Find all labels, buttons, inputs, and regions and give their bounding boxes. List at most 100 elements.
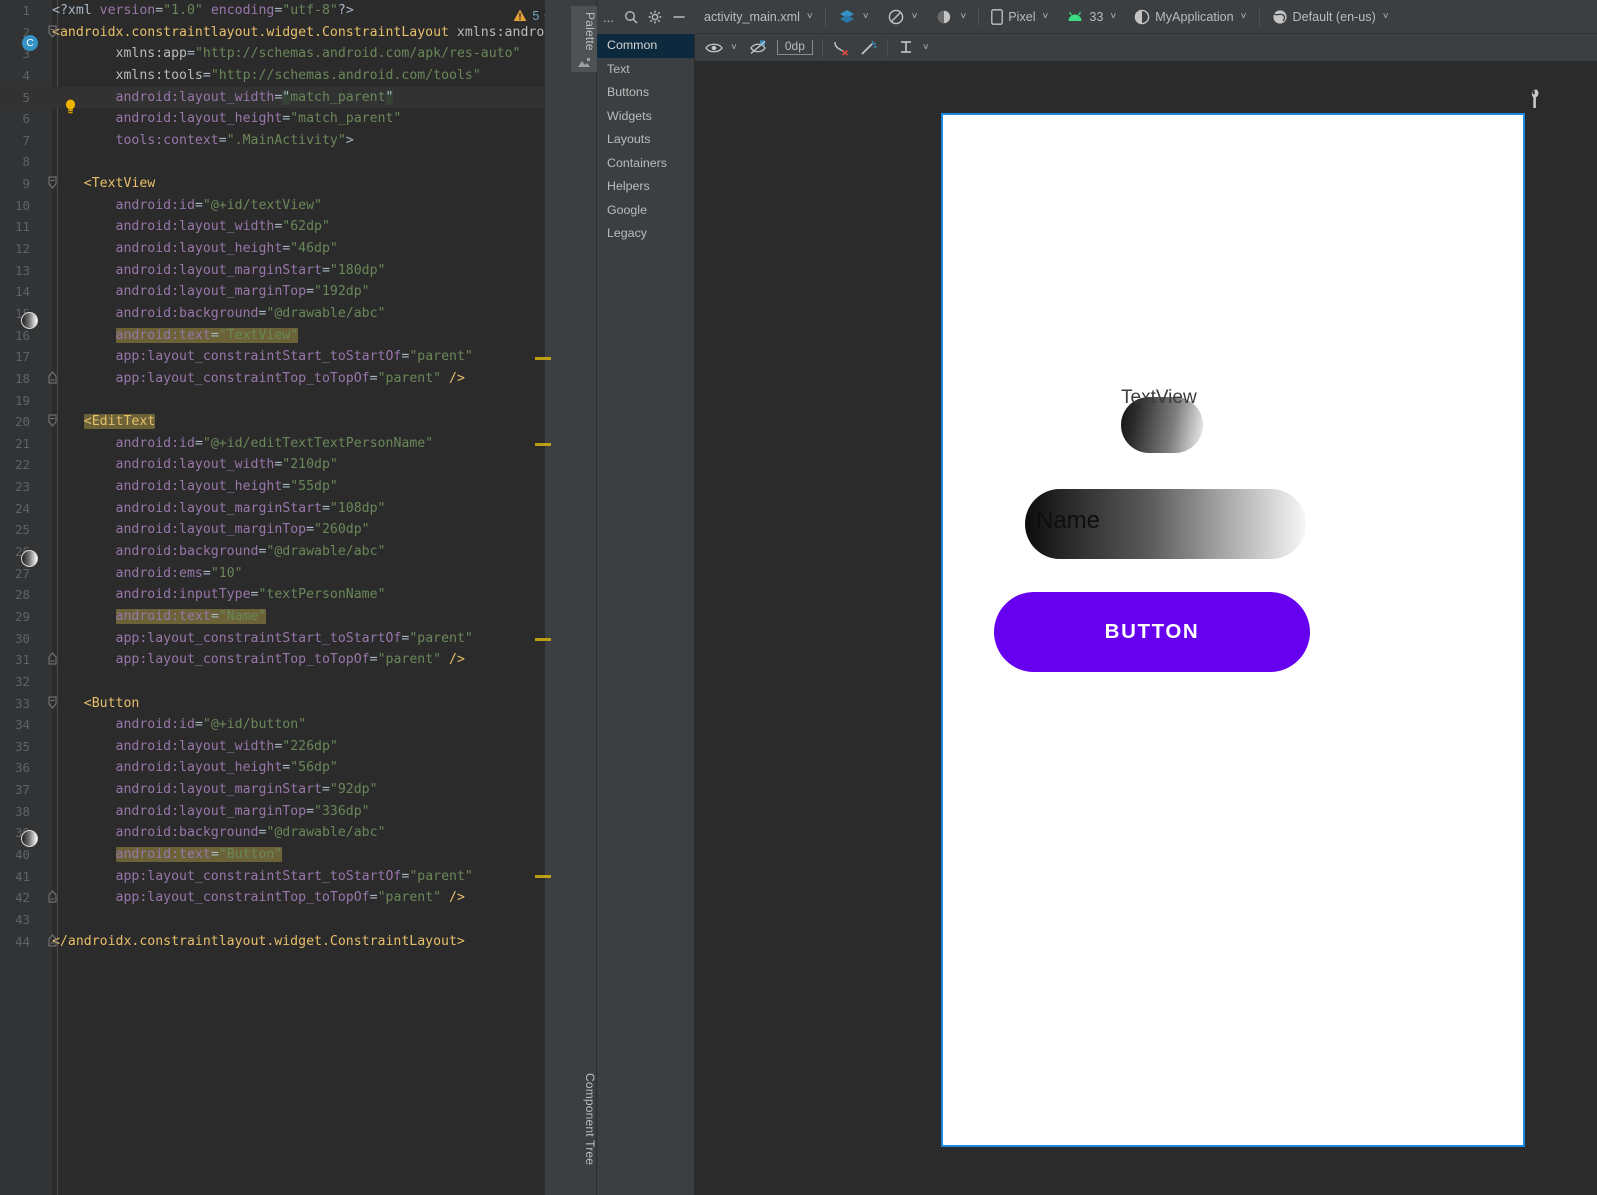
code-line[interactable]: 2 <androidx.constraintlayout.widget.Const…	[0, 22, 569, 44]
search-icon[interactable]	[624, 10, 638, 24]
palette-item-widgets[interactable]: Widgets	[597, 105, 695, 129]
code-line[interactable]: 25 android:layout_marginTop="260dp"	[0, 519, 545, 541]
code-lines-container[interactable]: 1 <?xml version="1.0" encoding="utf-8"?> 2…	[0, 0, 569, 1195]
code-line[interactable]: 8	[0, 151, 545, 173]
palette-item-buttons[interactable]: Buttons	[597, 81, 695, 105]
tool-tab-component-tree[interactable]: Component Tree	[571, 1067, 597, 1187]
code-line[interactable]: 37 android:layout_marginStart="92dp"	[0, 779, 545, 801]
fold-end-icon[interactable]	[48, 890, 57, 904]
fold-end-icon[interactable]	[48, 933, 57, 948]
code-line[interactable]: 19	[0, 390, 545, 412]
code-line[interactable]: 20 <EditText	[0, 411, 545, 433]
theme-selector[interactable]: MyApplication ˅	[1125, 4, 1255, 30]
device-preview-frame[interactable]: TextView Name BUTTON	[941, 113, 1525, 1147]
code-line[interactable]: 36 android:layout_height="56dp"	[0, 757, 545, 779]
design-canvas[interactable]: TextView Name BUTTON	[695, 62, 1597, 1195]
palette-item-text[interactable]: Text	[597, 58, 695, 82]
fold-collapse-icon[interactable]	[48, 414, 57, 428]
code-line[interactable]: 42 app:layout_constraintTop_toTopOf="par…	[0, 887, 545, 909]
code-line[interactable]: 17 app:layout_constraintStart_toStartOf=…	[0, 346, 545, 368]
code-line[interactable]: 16 android:text="TextView"	[0, 325, 545, 347]
palette-item-containers[interactable]: Containers	[597, 152, 695, 176]
chevron-down-icon[interactable]: ˅	[731, 42, 737, 53]
warning-marker[interactable]	[535, 875, 551, 878]
palette-item-google[interactable]: Google	[597, 199, 695, 223]
code-line[interactable]: 34 android:id="@+id/button"	[0, 714, 545, 736]
code-line[interactable]: 6 android:layout_height="match_parent"	[0, 108, 545, 130]
code-line[interactable]: 43	[0, 909, 545, 931]
code-line[interactable]: 4 xmlns:tools="http://schemas.android.co…	[0, 65, 545, 87]
file-selector[interactable]: activity_main.xml ˅	[695, 4, 822, 30]
code-line[interactable]: 11 android:layout_width="62dp"	[0, 216, 545, 238]
code-line[interactable]: 24 android:layout_marginStart="108dp"	[0, 498, 545, 520]
code-line[interactable]: 22 android:layout_width="210dp"	[0, 454, 545, 476]
code-line[interactable]: 21 android:id="@+id/editTextTextPersonNa…	[0, 433, 545, 455]
palette-item-legacy[interactable]: Legacy	[597, 222, 695, 246]
code-line[interactable]: 40 android:text="Button"	[0, 844, 545, 866]
code-line[interactable]: 3 xmlns:app="http://schemas.android.com/…	[0, 43, 545, 65]
xml-code-editor[interactable]: 1 <?xml version="1.0" encoding="utf-8"?> 2…	[0, 0, 571, 1195]
fold-end-icon[interactable]	[48, 371, 57, 385]
palette-item-helpers[interactable]: Helpers	[597, 175, 695, 199]
code-line[interactable]: 15 android:background="@drawable/abc"	[0, 303, 545, 325]
code-line[interactable]: 12 android:layout_height="46dp"	[0, 238, 545, 260]
fold-collapse-icon[interactable]	[48, 25, 57, 39]
minimize-icon[interactable]	[672, 10, 686, 24]
night-mode-button[interactable]: ˅	[926, 4, 975, 30]
code-line[interactable]: 29 android:text="Name"	[0, 606, 545, 628]
chevron-down-icon[interactable]: ˅	[923, 42, 929, 53]
fold-collapse-icon[interactable]	[48, 176, 57, 190]
code-line[interactable]: 13 android:layout_marginStart="180dp"	[0, 260, 545, 282]
code-line[interactable]: 44 </androidx.constraintlayout.widget.Con…	[0, 931, 545, 953]
editor-marker-gutter[interactable]	[535, 0, 571, 1195]
palette-more-label[interactable]: ...	[603, 10, 614, 25]
code-line[interactable]: 39 android:background="@drawable/abc"	[0, 822, 545, 844]
warning-marker[interactable]	[535, 357, 551, 360]
eye-icon[interactable]	[701, 37, 727, 59]
palette-item-common[interactable]: Common	[597, 34, 695, 58]
code-line[interactable]: 38 android:layout_marginTop="336dp"	[0, 801, 545, 823]
code-line[interactable]: 27 android:ems="10"	[0, 563, 545, 585]
locale-selector[interactable]: Default (en-us) ˅	[1263, 4, 1398, 30]
default-margin-field[interactable]: 0dp	[776, 40, 813, 55]
class-marker-icon[interactable]: C	[22, 35, 38, 51]
warning-marker[interactable]	[535, 638, 551, 641]
code-line[interactable]: 35 android:layout_width="226dp"	[0, 736, 545, 758]
drawable-preview-swatch[interactable]	[21, 312, 38, 329]
left-tool-window-strip[interactable]: Palette Component Tree	[571, 0, 597, 1195]
warning-marker[interactable]	[535, 443, 551, 446]
fold-collapse-icon[interactable]	[48, 696, 57, 710]
orientation-button[interactable]: ˅	[878, 4, 927, 30]
magic-wand-icon[interactable]	[856, 37, 882, 59]
preview-button[interactable]: BUTTON	[994, 592, 1310, 672]
api-selector[interactable]: 33 ˅	[1057, 4, 1125, 30]
code-line[interactable]: 18 app:layout_constraintTop_toTopOf="par…	[0, 368, 545, 390]
code-line[interactable]: 31 app:layout_constraintTop_toTopOf="par…	[0, 649, 545, 671]
code-line[interactable]: 7 tools:context=".MainActivity">	[0, 130, 545, 152]
code-line[interactable]: 9 <TextView	[0, 173, 545, 195]
gear-icon[interactable]	[648, 10, 662, 24]
code-line[interactable]: 1 <?xml version="1.0" encoding="utf-8"?>	[0, 0, 545, 22]
hide-constraints-icon[interactable]	[745, 37, 771, 59]
palette-item-layouts[interactable]: Layouts	[597, 128, 695, 152]
view-mode-button[interactable]: ˅	[829, 4, 878, 30]
drawable-preview-swatch[interactable]	[21, 550, 38, 567]
code-line[interactable]: 5 android:layout_width="match_parent"	[0, 86, 545, 109]
drawable-preview-swatch[interactable]	[21, 830, 38, 847]
clear-constraints-icon[interactable]	[828, 37, 854, 59]
code-line[interactable]: 30 app:layout_constraintStart_toStartOf=…	[0, 628, 545, 650]
palette-category-list[interactable]: Common Text Buttons Widgets Layouts Container…	[597, 34, 695, 246]
resource-manager-icon[interactable]	[576, 55, 592, 71]
code-line[interactable]: 28 android:inputType="textPersonName"	[0, 584, 545, 606]
code-line[interactable]: 10 android:id="@+id/textView"	[0, 195, 545, 217]
code-line[interactable]: 14 android:layout_marginTop="192dp"	[0, 281, 545, 303]
intention-bulb-icon[interactable]	[64, 99, 77, 114]
fold-end-icon[interactable]	[48, 652, 57, 666]
code-line[interactable]: 23 android:layout_height="55dp"	[0, 476, 545, 498]
code-line[interactable]: 32	[0, 671, 545, 693]
device-selector[interactable]: Pixel ˅	[982, 4, 1057, 30]
code-line[interactable]: 41 app:layout_constraintStart_toStartOf=…	[0, 866, 545, 888]
guideline-icon[interactable]	[893, 37, 919, 59]
code-line[interactable]: 33 <Button	[0, 693, 545, 715]
code-line[interactable]: 26 android:background="@drawable/abc"	[0, 541, 545, 563]
